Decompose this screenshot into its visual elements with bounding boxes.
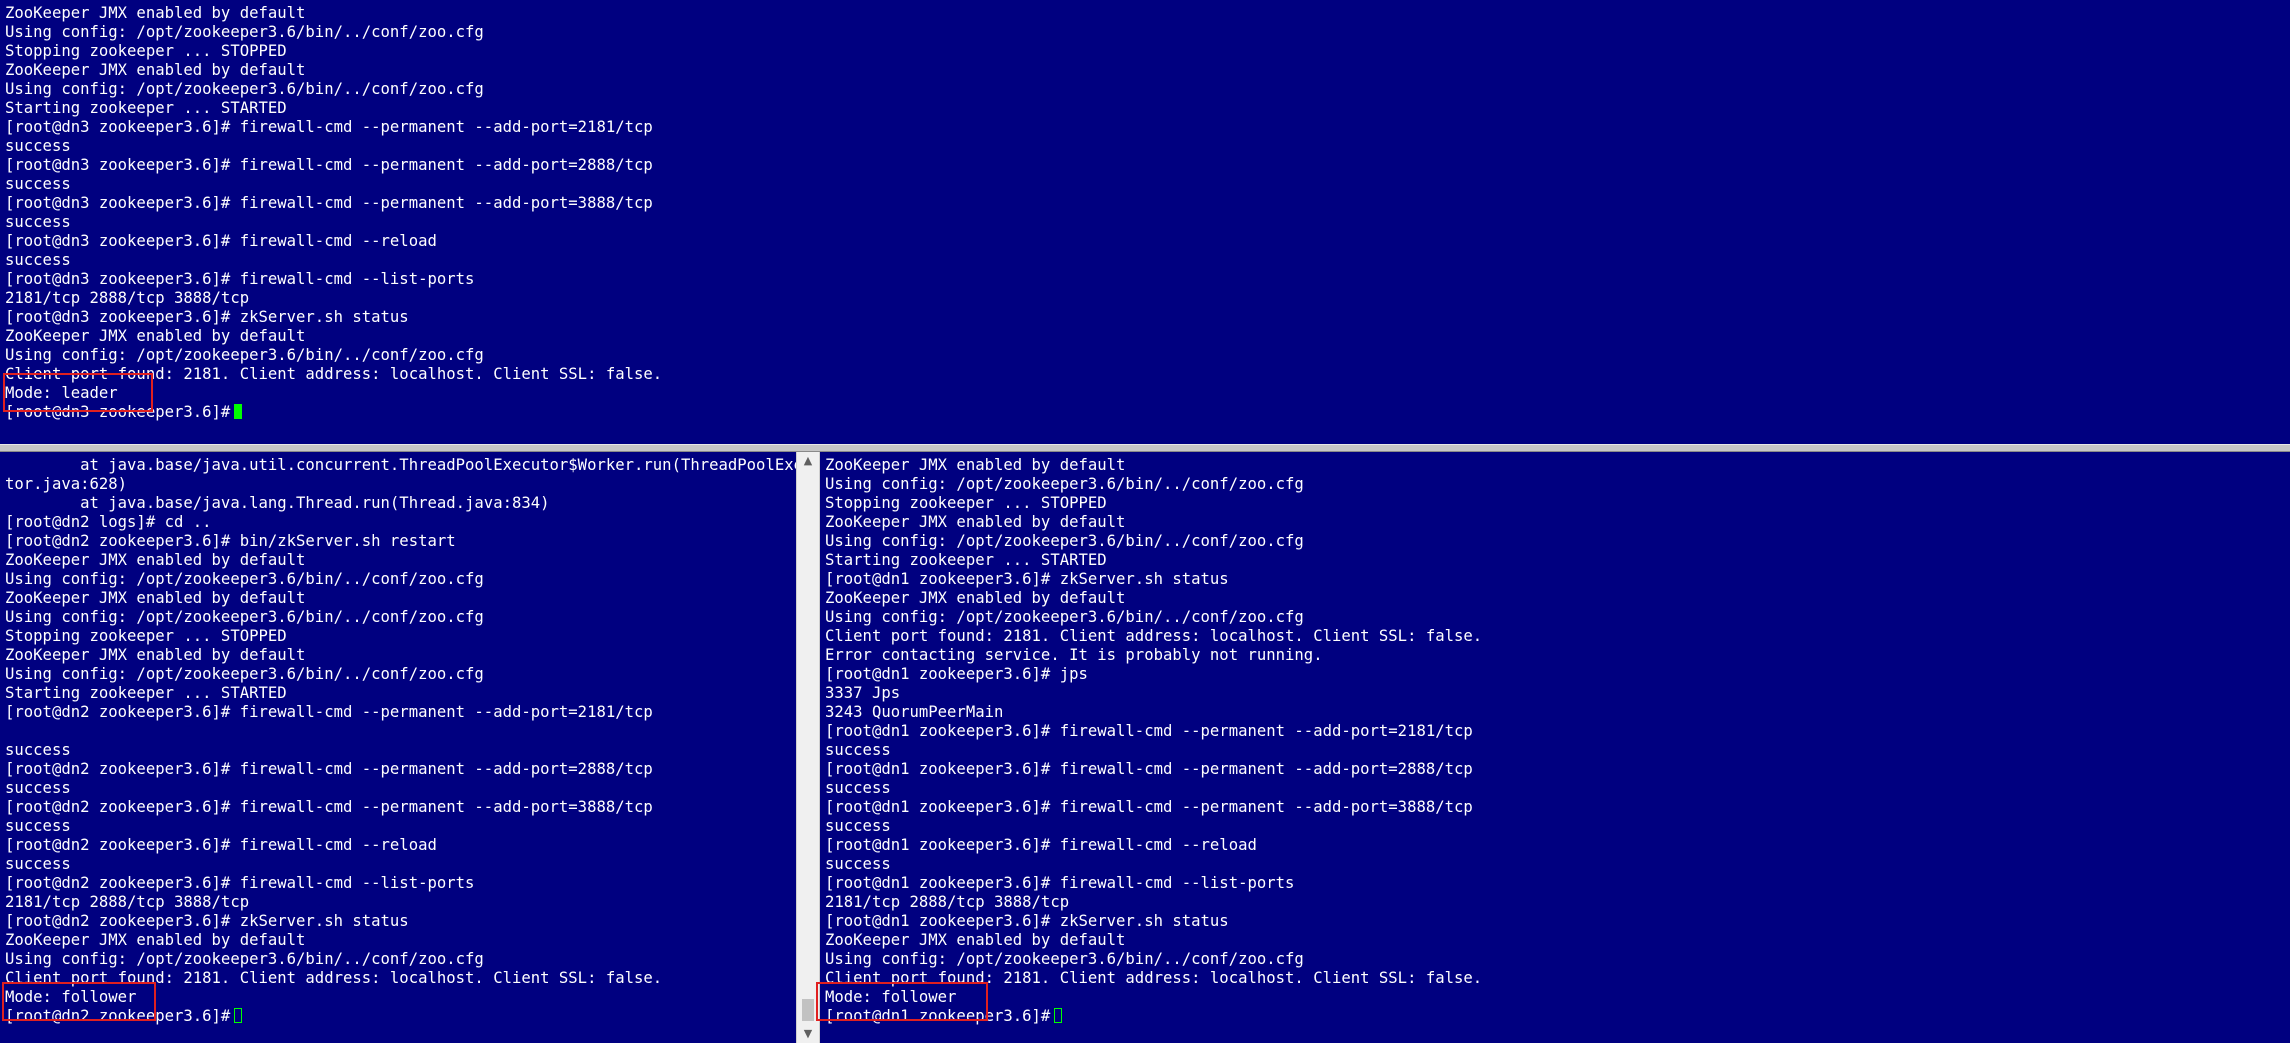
terminal-line: [root@dn2 zookeeper3.6]# zkServer.sh sta… xyxy=(5,912,409,930)
terminal-line: ZooKeeper JMX enabled by default xyxy=(5,327,306,345)
terminal-line: 3243 QuorumPeerMain xyxy=(825,703,1004,721)
terminal-line: success xyxy=(825,741,891,759)
terminal-line: success xyxy=(825,817,891,835)
terminal-line: Stopping zookeeper ... STOPPED xyxy=(5,627,287,645)
terminal-line: Using config: /opt/zookeeper3.6/bin/../c… xyxy=(825,608,1304,626)
terminal-line: ZooKeeper JMX enabled by default xyxy=(5,589,306,607)
terminal-line: [root@dn1 zookeeper3.6]# zkServer.sh sta… xyxy=(825,570,1229,588)
terminal-line: ZooKeeper JMX enabled by default xyxy=(5,61,306,79)
terminal-line: 3337 Jps xyxy=(825,684,901,702)
terminal-line: [root@dn3 zookeeper3.6]# zkServer.sh sta… xyxy=(5,308,409,326)
terminal-output: ZooKeeper JMX enabled by default Using co… xyxy=(5,4,662,422)
mode-follower-highlight-dn1 xyxy=(816,982,988,1021)
terminal-line: [root@dn2 zookeeper3.6]# bin/zkServer.sh… xyxy=(5,532,456,550)
terminal-line: Starting zookeeper ... STARTED xyxy=(825,551,1107,569)
terminal-output: ZooKeeper JMX enabled by default Using co… xyxy=(825,456,1482,1026)
terminal-pane-dn3[interactable]: ZooKeeper JMX enabled by default Using co… xyxy=(0,0,2290,444)
terminal-line: [root@dn2 zookeeper3.6]# firewall-cmd --… xyxy=(5,836,437,854)
terminal-line: Using config: /opt/zookeeper3.6/bin/../c… xyxy=(5,346,484,364)
mode-follower-highlight-dn2 xyxy=(2,982,156,1021)
terminal-line: success xyxy=(5,213,71,231)
terminal-line: Stopping zookeeper ... STOPPED xyxy=(5,42,287,60)
terminal-line: at java.base/java.lang.Thread.run(Thread… xyxy=(5,494,550,512)
scroll-down-arrow-icon[interactable]: ▼ xyxy=(797,1025,819,1043)
terminal-line: [root@dn2 zookeeper3.6]# firewall-cmd --… xyxy=(5,760,653,778)
terminal-line: success xyxy=(5,175,71,193)
terminal-line: ZooKeeper JMX enabled by default xyxy=(5,646,306,664)
terminal-line: Using config: /opt/zookeeper3.6/bin/../c… xyxy=(5,608,484,626)
terminal-line: tor.java:628) xyxy=(5,475,128,493)
terminal-line: Using config: /opt/zookeeper3.6/bin/../c… xyxy=(825,475,1304,493)
terminal-line: ZooKeeper JMX enabled by default xyxy=(825,931,1126,949)
terminal-line: success xyxy=(5,779,71,797)
scroll-thumb[interactable] xyxy=(802,999,814,1021)
terminal-line: Using config: /opt/zookeeper3.6/bin/../c… xyxy=(5,23,484,41)
terminal-line: Error contacting service. It is probably… xyxy=(825,646,1323,664)
terminal-line: Using config: /opt/zookeeper3.6/bin/../c… xyxy=(825,532,1304,550)
terminal-line: 2181/tcp 2888/tcp 3888/tcp xyxy=(825,893,1070,911)
terminal-line: [root@dn3 zookeeper3.6]# firewall-cmd --… xyxy=(5,194,653,212)
terminal-line: Using config: /opt/zookeeper3.6/bin/../c… xyxy=(5,80,484,98)
vertical-scrollbar[interactable]: ▲ ▼ xyxy=(796,452,820,1043)
text-cursor xyxy=(234,1008,243,1023)
scroll-up-arrow-icon[interactable]: ▲ xyxy=(797,452,819,470)
terminal-output: at java.base/java.util.concurrent.Thread… xyxy=(5,456,796,1026)
terminal-line: [root@dn2 zookeeper3.6]# firewall-cmd --… xyxy=(5,798,653,816)
terminal-line: [root@dn1 zookeeper3.6]# firewall-cmd --… xyxy=(825,798,1473,816)
terminal-line: success xyxy=(5,817,71,835)
terminal-line: ZooKeeper JMX enabled by default xyxy=(825,456,1126,474)
terminal-line: ZooKeeper JMX enabled by default xyxy=(5,551,306,569)
terminal-line: Using config: /opt/zookeeper3.6/bin/../c… xyxy=(825,950,1304,968)
terminal-line: success xyxy=(825,779,891,797)
terminal-line: ZooKeeper JMX enabled by default xyxy=(5,931,306,949)
terminal-line: 2181/tcp 2888/tcp 3888/tcp xyxy=(5,289,250,307)
terminal-line: [root@dn1 zookeeper3.6]# firewall-cmd --… xyxy=(825,722,1473,740)
terminal-line: [root@dn1 zookeeper3.6]# firewall-cmd --… xyxy=(825,874,1295,892)
terminal-line: [root@dn1 zookeeper3.6]# jps xyxy=(825,665,1088,683)
pane-splitter[interactable] xyxy=(0,444,2290,452)
terminal-line: success xyxy=(5,741,71,759)
terminal-line: Using config: /opt/zookeeper3.6/bin/../c… xyxy=(5,570,484,588)
terminal-line: success xyxy=(5,855,71,873)
terminal-pane-dn2[interactable]: at java.base/java.util.concurrent.Thread… xyxy=(0,452,796,1043)
terminal-line: [root@dn3 zookeeper3.6]# firewall-cmd --… xyxy=(5,270,475,288)
terminal-line: [root@dn1 zookeeper3.6]# firewall-cmd --… xyxy=(825,836,1257,854)
terminal-line: [root@dn3 zookeeper3.6]# firewall-cmd --… xyxy=(5,118,653,136)
terminal-line: Using config: /opt/zookeeper3.6/bin/../c… xyxy=(5,950,484,968)
terminal-line: success xyxy=(825,855,891,873)
terminal-line: success xyxy=(5,137,71,155)
terminal-line: Starting zookeeper ... STARTED xyxy=(5,99,287,117)
terminal-line: ZooKeeper JMX enabled by default xyxy=(825,589,1126,607)
terminal-line: [root@dn2 logs]# cd .. xyxy=(5,513,212,531)
terminal-line: Starting zookeeper ... STARTED xyxy=(5,684,287,702)
text-cursor xyxy=(1054,1008,1063,1023)
terminal-line: Using config: /opt/zookeeper3.6/bin/../c… xyxy=(5,665,484,683)
terminal-line: [root@dn2 zookeeper3.6]# firewall-cmd --… xyxy=(5,703,653,721)
mode-leader-highlight xyxy=(3,373,153,412)
terminal-line: [root@dn3 zookeeper3.6]# firewall-cmd --… xyxy=(5,232,437,250)
terminal-line: [root@dn3 zookeeper3.6]# firewall-cmd --… xyxy=(5,156,653,174)
terminal-line: [root@dn1 zookeeper3.6]# firewall-cmd --… xyxy=(825,760,1473,778)
terminal-line: success xyxy=(5,251,71,269)
terminal-pane-dn1[interactable]: ZooKeeper JMX enabled by default Using co… xyxy=(820,452,2290,1043)
terminal-line: Stopping zookeeper ... STOPPED xyxy=(825,494,1107,512)
terminal-line: ZooKeeper JMX enabled by default xyxy=(825,513,1126,531)
terminal-line: ZooKeeper JMX enabled by default xyxy=(5,4,306,22)
text-cursor xyxy=(234,404,243,419)
terminal-line: 2181/tcp 2888/tcp 3888/tcp xyxy=(5,893,250,911)
terminal-line: [root@dn1 zookeeper3.6]# zkServer.sh sta… xyxy=(825,912,1229,930)
terminal-line: at java.base/java.util.concurrent.Thread… xyxy=(5,456,796,474)
terminal-line: [root@dn2 zookeeper3.6]# firewall-cmd --… xyxy=(5,874,475,892)
terminal-line: Client port found: 2181. Client address:… xyxy=(825,627,1483,645)
